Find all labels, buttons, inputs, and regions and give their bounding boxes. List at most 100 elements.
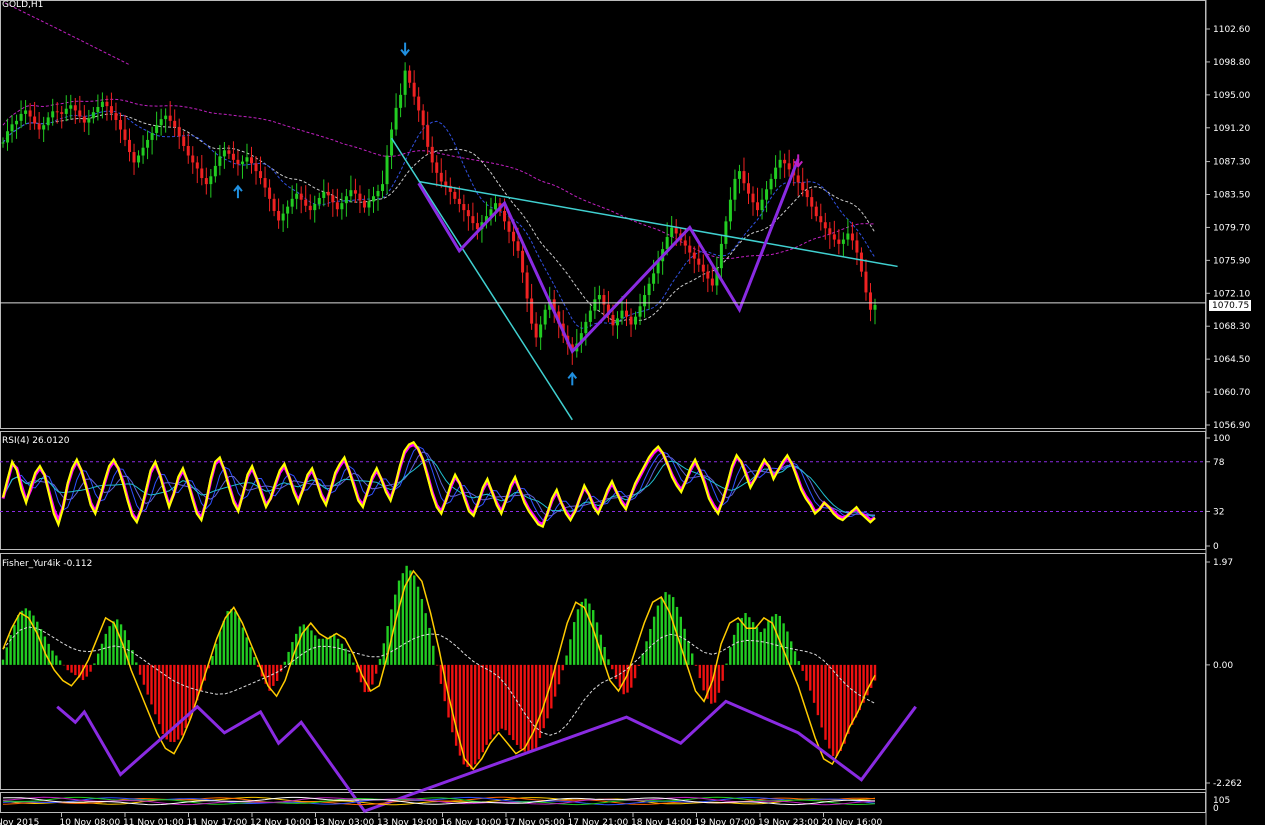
fisher-bar	[215, 643, 218, 665]
fisher-bar	[592, 610, 595, 665]
fisher-bar	[325, 638, 328, 665]
candle-body	[493, 203, 497, 210]
candle-body	[692, 252, 696, 259]
fisher-bar	[416, 586, 420, 665]
fisher-bar	[142, 664, 146, 685]
fisher-bar	[515, 664, 519, 745]
fisher-bar	[310, 630, 313, 665]
fisher-bar	[226, 611, 229, 665]
fisher-bar	[797, 661, 801, 665]
fisher-bar	[401, 573, 405, 665]
fisher-bar	[237, 617, 241, 665]
time-tick-label: 12 Nov 10:00	[250, 818, 311, 825]
candle-body	[783, 159, 787, 164]
fisher-bar	[51, 650, 54, 665]
rsi-tick-label: 100	[1213, 434, 1230, 444]
fisher-bar	[70, 664, 73, 673]
fisher-bar	[344, 648, 347, 665]
fisher-bar	[314, 635, 317, 665]
candle-body	[435, 162, 439, 173]
candle-body	[421, 110, 425, 126]
candle-body	[371, 196, 375, 202]
fisher-bar	[173, 664, 176, 743]
candle-body	[55, 111, 59, 113]
fisher-bar	[645, 641, 648, 665]
candle-body	[525, 272, 529, 299]
fisher-bar	[611, 664, 614, 670]
fisher-bar	[279, 664, 283, 672]
candle-body	[87, 118, 91, 123]
candle-body	[828, 228, 832, 235]
candle-body	[322, 191, 326, 198]
candle-body	[200, 168, 204, 179]
time-tick-label: Nov 2015	[0, 818, 39, 825]
candle-body	[593, 299, 597, 311]
fisher-bar	[112, 621, 115, 665]
fisher-bar	[176, 664, 180, 740]
candle-body	[385, 155, 389, 185]
price-tick-label: 1102.60	[1213, 25, 1250, 35]
candle-body	[652, 273, 656, 284]
fisher-bar	[340, 643, 344, 665]
candle-body	[746, 183, 750, 194]
candle-body	[64, 108, 68, 114]
candle-body	[231, 153, 235, 160]
candle-body	[760, 199, 764, 211]
fisher-bar	[473, 664, 477, 765]
bottom-tick-label: 0	[1213, 804, 1219, 814]
candle-body	[742, 171, 746, 184]
fisher-bar	[119, 624, 123, 665]
fisher-bar	[588, 603, 591, 665]
fisher-bar	[782, 623, 785, 665]
fisher-bar	[641, 653, 644, 665]
candle-body	[28, 110, 32, 117]
fisher-bar	[618, 664, 622, 687]
fisher-bar	[824, 664, 827, 740]
candle-body	[814, 206, 818, 217]
fisher-bar	[17, 615, 20, 665]
candle-body	[728, 199, 732, 222]
fisher-bar	[671, 597, 675, 665]
fisher-bar	[66, 664, 69, 671]
candle-body	[534, 323, 538, 338]
candle-body	[272, 198, 276, 211]
fisher-bar	[660, 598, 663, 665]
candle-body	[841, 239, 845, 244]
candle-body	[186, 145, 190, 156]
candle-body	[466, 210, 470, 217]
fisher-bar	[668, 594, 671, 665]
fisher-bar	[409, 570, 412, 665]
fisher-bar	[397, 580, 401, 665]
fisher-bar	[572, 622, 576, 665]
fisher-bar	[192, 664, 195, 711]
candle-body	[819, 216, 823, 223]
candle-body	[381, 184, 385, 192]
candle-body	[643, 295, 647, 307]
candle-body	[19, 113, 23, 121]
fisher-bar	[298, 626, 302, 665]
time-tick-label: 11 Nov 17:00	[187, 818, 248, 825]
candle-body	[358, 193, 362, 201]
fisher-bar	[755, 627, 759, 665]
time-tick-label: 19 Nov 07:00	[695, 818, 756, 825]
fisher-bar	[5, 647, 9, 665]
fisher-bar	[348, 653, 351, 665]
candle-body	[209, 176, 213, 185]
fisher-bar	[519, 664, 523, 750]
candle-body	[254, 163, 258, 172]
candle-body	[177, 126, 181, 137]
fisher-bar	[637, 664, 641, 666]
fisher-bar	[420, 599, 424, 665]
candle-body	[137, 155, 141, 163]
candle-body	[701, 264, 705, 272]
candle-body	[173, 120, 177, 127]
candle-body	[756, 202, 760, 211]
fisher-bar	[62, 664, 66, 666]
price-tick-label: 1098.80	[1213, 58, 1250, 68]
candle-body	[37, 123, 41, 130]
chart-title: GOLD,H1	[2, 0, 43, 10]
fisher-bar	[717, 664, 721, 693]
fisher-bar	[241, 627, 245, 665]
candle-body	[837, 239, 841, 244]
fisher-bar	[538, 664, 542, 739]
